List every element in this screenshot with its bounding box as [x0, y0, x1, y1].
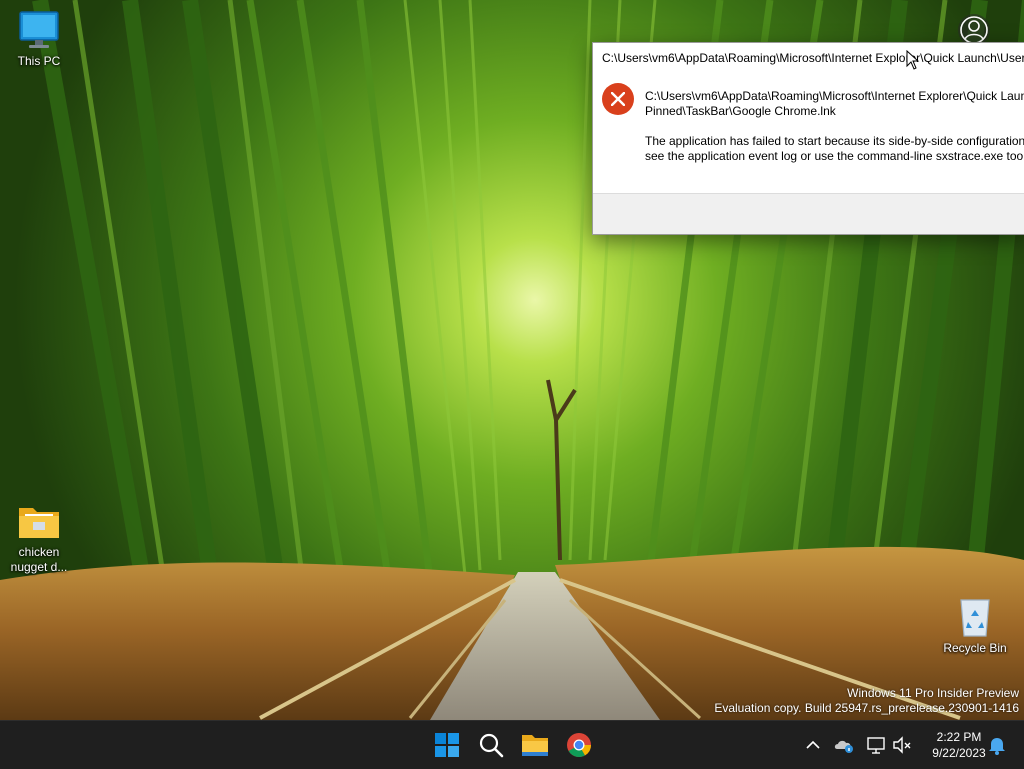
- search-button[interactable]: [471, 725, 511, 765]
- error-message: C:\Users\vm6\AppData\Roaming\Microsoft\I…: [645, 89, 1024, 179]
- recycle-bin-icon: [953, 596, 997, 638]
- onedrive-icon: [834, 740, 853, 753]
- desktop-icon-recycle-bin[interactable]: Recycle Bin: [937, 596, 1013, 656]
- show-hidden-icons-button[interactable]: [801, 733, 825, 757]
- windows-watermark: Windows 11 Pro Insider Preview Evaluatio…: [714, 686, 1019, 716]
- onedrive-tray-button[interactable]: [832, 733, 856, 757]
- desktop-icon-this-pc[interactable]: This PC: [1, 9, 77, 69]
- desktop-icon-label: chicken nugget d...: [10, 545, 68, 574]
- notifications-button[interactable]: [985, 733, 1009, 757]
- error-dialog: C:\Users\vm6\AppData\Roaming\Microsoft\I…: [592, 42, 1024, 235]
- folder-icon: [17, 500, 61, 542]
- volume-muted-icon: [893, 736, 911, 754]
- search-icon: [479, 733, 504, 758]
- network-icon: [867, 737, 885, 754]
- error-icon: [602, 83, 634, 115]
- volume-tray-button[interactable]: [891, 733, 915, 757]
- file-explorer-button[interactable]: [515, 725, 555, 765]
- dialog-title[interactable]: C:\Users\vm6\AppData\Roaming\Microsoft\I…: [593, 43, 1024, 73]
- message-detail-line1: The application has failed to start beca…: [645, 134, 1024, 148]
- message-detail-line2: see the application event log or use the…: [645, 149, 1024, 163]
- desktop-icon-label: Recycle Bin: [943, 641, 1007, 655]
- watermark-build: Evaluation copy. Build 25947.rs_prerelea…: [714, 701, 1019, 715]
- chrome-button[interactable]: [559, 725, 599, 765]
- desktop-icon-chicken-nugget-folder[interactable]: chicken nugget d...: [1, 500, 77, 575]
- dialog-button-bar: [593, 193, 1024, 234]
- start-button[interactable]: [427, 725, 467, 765]
- taskbar: 2:22 PM 9/22/2023: [0, 720, 1024, 769]
- chrome-icon: [567, 733, 591, 758]
- file-explorer-icon: [522, 735, 548, 756]
- network-tray-button[interactable]: [865, 733, 889, 757]
- message-path-line1: C:\Users\vm6\AppData\Roaming\Microsoft\I…: [645, 89, 1024, 103]
- desktop-icon-label: This PC: [17, 54, 61, 68]
- mouse-cursor-icon: [906, 49, 920, 75]
- chevron-up-icon: [806, 740, 820, 749]
- watermark-edition: Windows 11 Pro Insider Preview: [847, 686, 1019, 700]
- start-icon: [435, 733, 459, 757]
- monitor-icon: [17, 9, 61, 51]
- dialog-body: C:\Users\vm6\AppData\Roaming\Microsoft\I…: [593, 73, 1024, 191]
- bell-icon: [989, 738, 1005, 755]
- message-path-line2: Pinned\TaskBar\Google Chrome.lnk: [645, 104, 836, 118]
